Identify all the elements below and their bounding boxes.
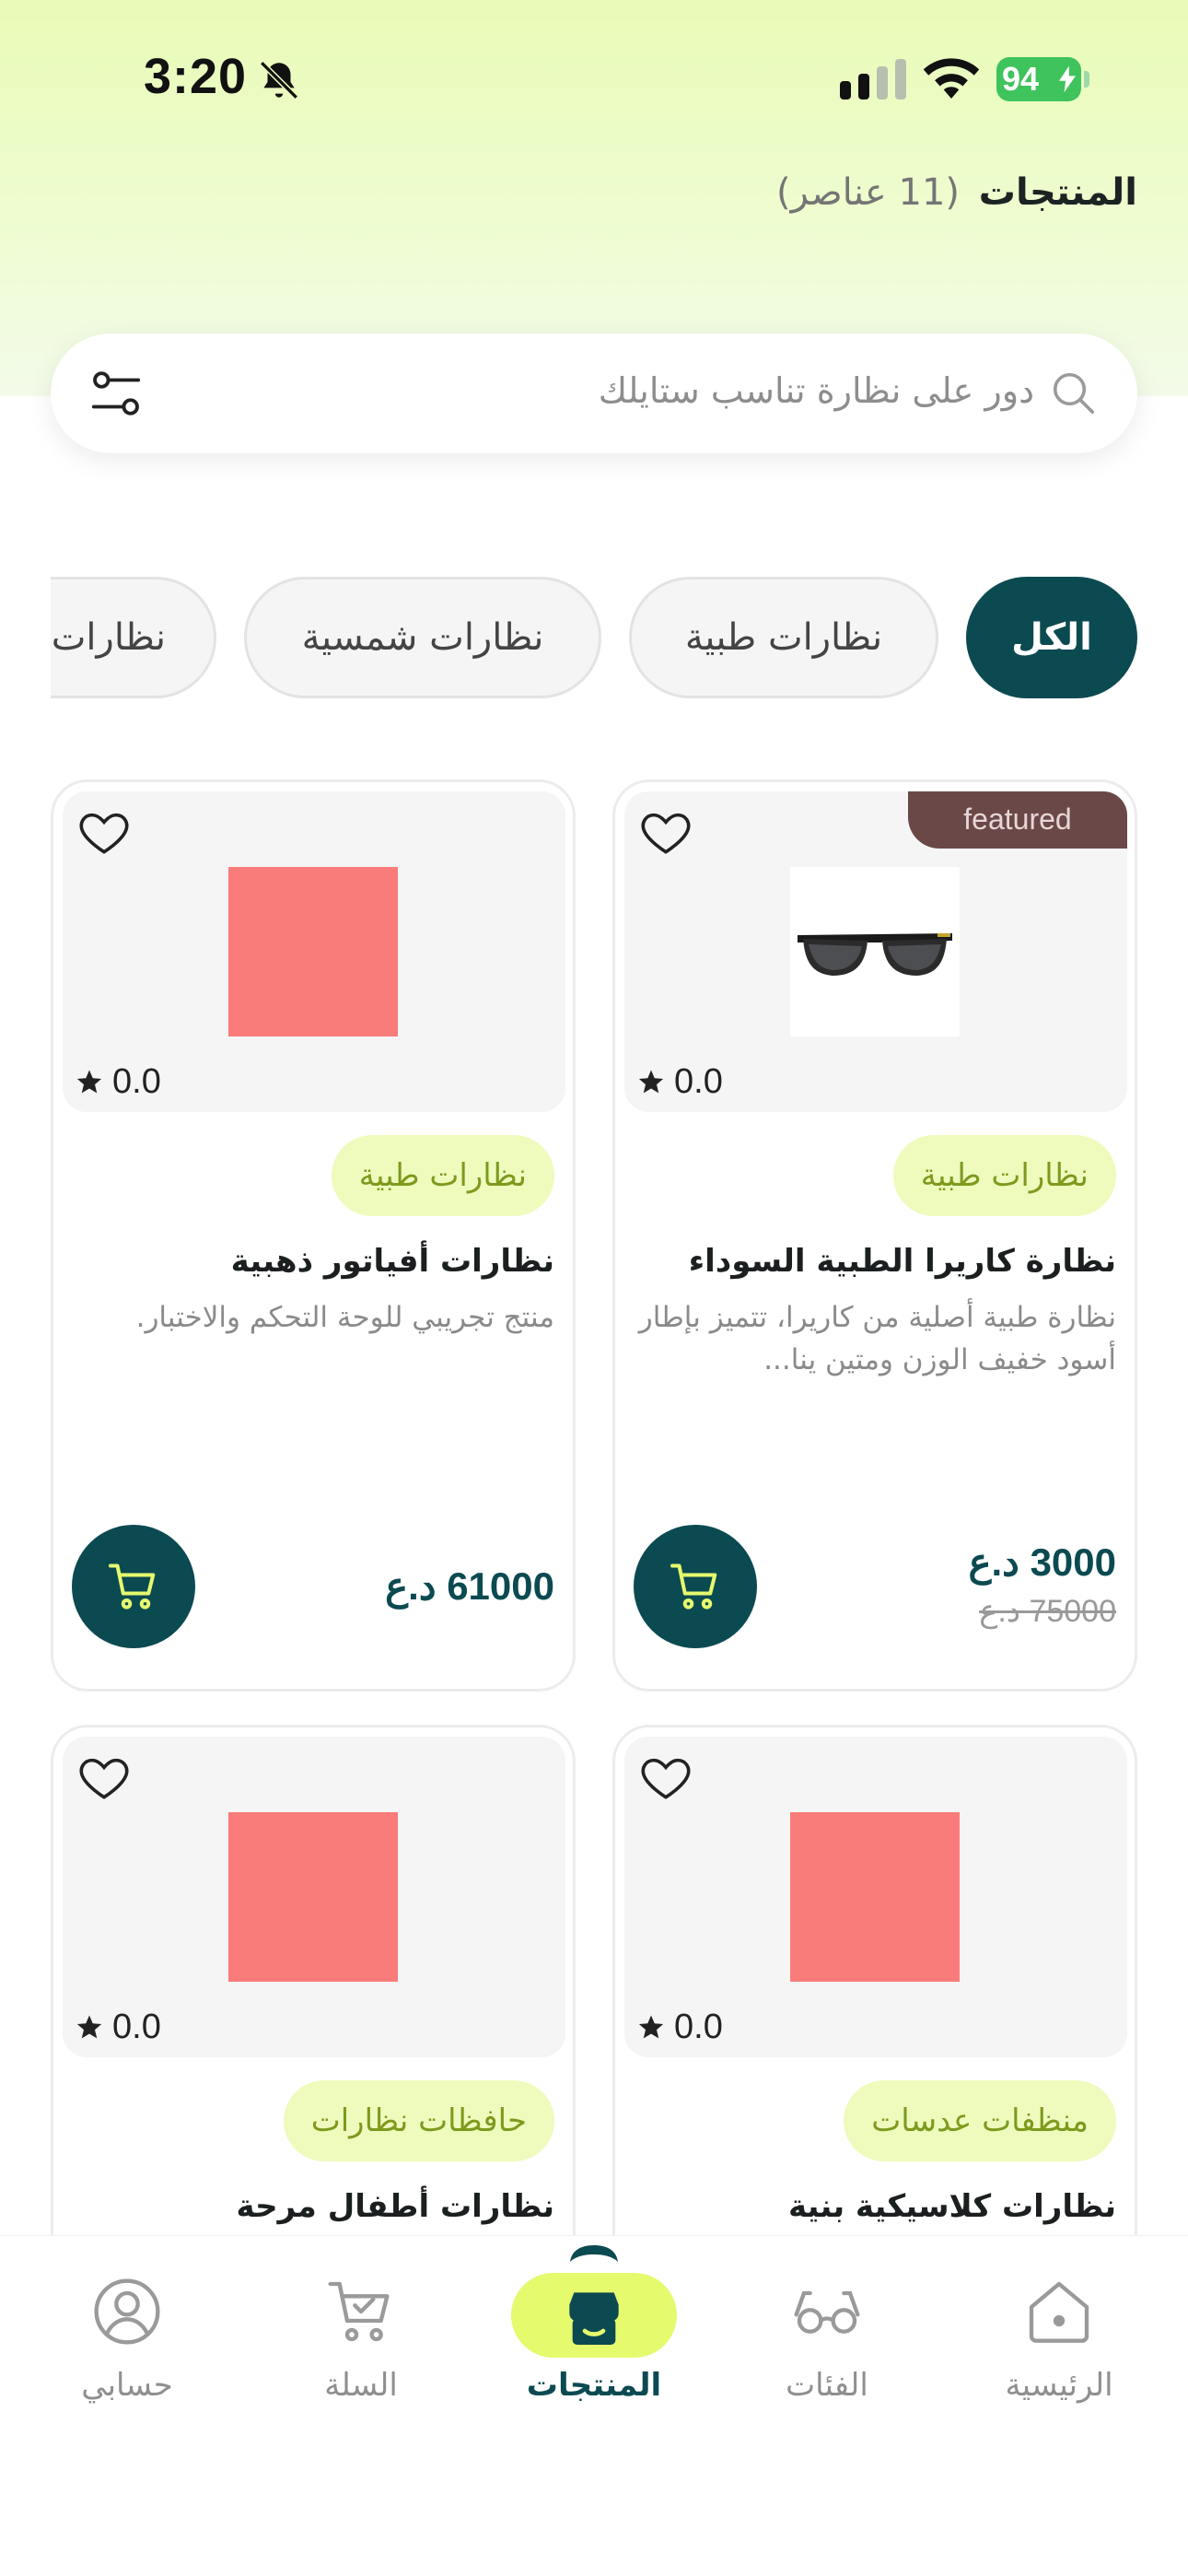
star-icon	[76, 1070, 102, 1094]
product-category-pill: منظفات عدسات	[844, 2080, 1116, 2161]
nav-home[interactable]: الرئيسية	[949, 2236, 1170, 2466]
product-image-placeholder	[228, 867, 398, 1036]
product-image-placeholder	[790, 1812, 960, 1982]
home-icon	[1029, 2281, 1089, 2343]
product-image-box: 0.0 featured	[624, 791, 1127, 1112]
product-name: نظارات أفياتور ذهبية	[230, 1243, 554, 1280]
product-card[interactable]: 0.0 نظارات طبية نظارات أفياتور ذهبية منت…	[51, 779, 576, 1692]
nav-categories[interactable]: الفئات	[716, 2236, 938, 2466]
filter-icon[interactable]	[89, 367, 143, 420]
product-image-box: 0.0	[624, 1737, 1127, 2057]
product-rating: 0.0	[637, 2008, 723, 2047]
product-name: نظارات أطفال مرحة	[236, 2188, 554, 2225]
cart-icon	[109, 1563, 156, 1610]
favorite-heart-icon[interactable]	[76, 804, 133, 861]
search-icon	[1053, 372, 1095, 415]
product-category-pill: نظارات طبية	[892, 1135, 1116, 1216]
favorite-heart-icon[interactable]	[76, 1750, 133, 1807]
star-icon	[638, 1070, 664, 1094]
rating-value: 0.0	[112, 2008, 161, 2046]
category-chips: الكل نظارات طبية نظارات شمسية نظارات ريا…	[51, 577, 1137, 700]
star-icon	[638, 2015, 664, 2039]
favorite-heart-icon[interactable]	[637, 1750, 694, 1807]
product-name: نظارة كاريرا الطبية السوداء	[688, 1243, 1116, 1280]
nav-categories-label: الفئات	[786, 2367, 868, 2404]
chip-sport-glasses[interactable]: نظارات رياضية	[51, 577, 216, 698]
star-icon	[76, 2015, 102, 2039]
product-rating: 0.0	[76, 2008, 161, 2047]
nav-account-label: حسابي	[81, 2367, 173, 2404]
favorite-heart-icon[interactable]	[637, 804, 694, 861]
rating-value: 0.0	[674, 2008, 723, 2046]
page-title-text: المنتجات	[978, 171, 1137, 214]
product-category-pill: نظارات طبية	[331, 1135, 554, 1216]
featured-badge: featured	[908, 791, 1127, 849]
product-rating: 0.0	[76, 1062, 161, 1102]
product-description: نظارة طبية أصلية من كاريرا، تتميز بإطار …	[638, 1301, 1116, 1376]
nav-products-label: المنتجات	[526, 2367, 662, 2404]
active-indicator	[570, 2245, 618, 2262]
product-card[interactable]: 0.0 featured نظارات طبية نظارة كاريرا ال…	[612, 779, 1137, 1692]
cellular-signal-icon	[840, 59, 906, 100]
search-bar[interactable]: دور على نظارة تناسب ستايلك	[51, 334, 1137, 453]
chip-prescription-glasses[interactable]: نظارات طبية	[629, 577, 938, 698]
status-time: 3:20	[144, 49, 248, 104]
charging-bolt-icon	[1059, 65, 1076, 93]
rating-value: 0.0	[112, 1062, 161, 1101]
nav-account[interactable]: حسابي	[17, 2236, 238, 2466]
product-image-box: 0.0	[63, 1737, 565, 2057]
page-title: المنتجات (11 عناصر)	[776, 171, 1137, 214]
nav-cart-label: السلة	[324, 2367, 398, 2404]
product-description: منتج تجريبي للوحة التحكم والاختبار.	[135, 1301, 554, 1334]
nav-home-label: الرئيسية	[1005, 2367, 1113, 2404]
cart-icon	[670, 1563, 717, 1610]
chip-all[interactable]: الكل	[966, 577, 1137, 698]
product-price: 3000 د.ع	[968, 1540, 1116, 1584]
add-to-cart-button[interactable]	[634, 1525, 757, 1648]
glasses-icon	[794, 2290, 860, 2334]
store-icon	[569, 2292, 619, 2345]
bell-muted-icon	[260, 61, 298, 100]
battery-tip	[1084, 71, 1089, 88]
product-category-pill: حافظات نظارات	[283, 2080, 554, 2161]
chip-sunglasses[interactable]: نظارات شمسية	[244, 577, 601, 698]
battery-indicator: 94	[996, 57, 1081, 101]
sunglasses-icon	[798, 933, 952, 976]
product-old-price: 75000 د.ع	[979, 1594, 1116, 1629]
wifi-icon	[923, 58, 980, 99]
product-price: 61000 د.ع	[385, 1564, 554, 1608]
user-icon	[94, 2278, 160, 2345]
product-image-box: 0.0	[63, 791, 565, 1112]
item-count: (11 عناصر)	[776, 171, 961, 214]
nav-products[interactable]: المنتجات	[483, 2236, 705, 2466]
battery-level: 94	[1002, 60, 1040, 98]
product-photo	[790, 867, 960, 1036]
bottom-navigation: الرئيسية الفئات المنتجات السلة حسابي	[0, 2235, 1188, 2576]
product-name: نظارات كلاسيكية بنية	[787, 2188, 1116, 2225]
rating-value: 0.0	[674, 1062, 723, 1101]
cart-icon	[328, 2281, 390, 2342]
status-bar: 3:20 94	[0, 0, 1188, 157]
nav-cart[interactable]: السلة	[250, 2236, 472, 2466]
product-image-placeholder	[228, 1812, 398, 1982]
search-input[interactable]: دور على نظارة تناسب ستايلك	[599, 370, 1034, 411]
add-to-cart-button[interactable]	[72, 1525, 195, 1648]
product-rating: 0.0	[637, 1062, 723, 1102]
